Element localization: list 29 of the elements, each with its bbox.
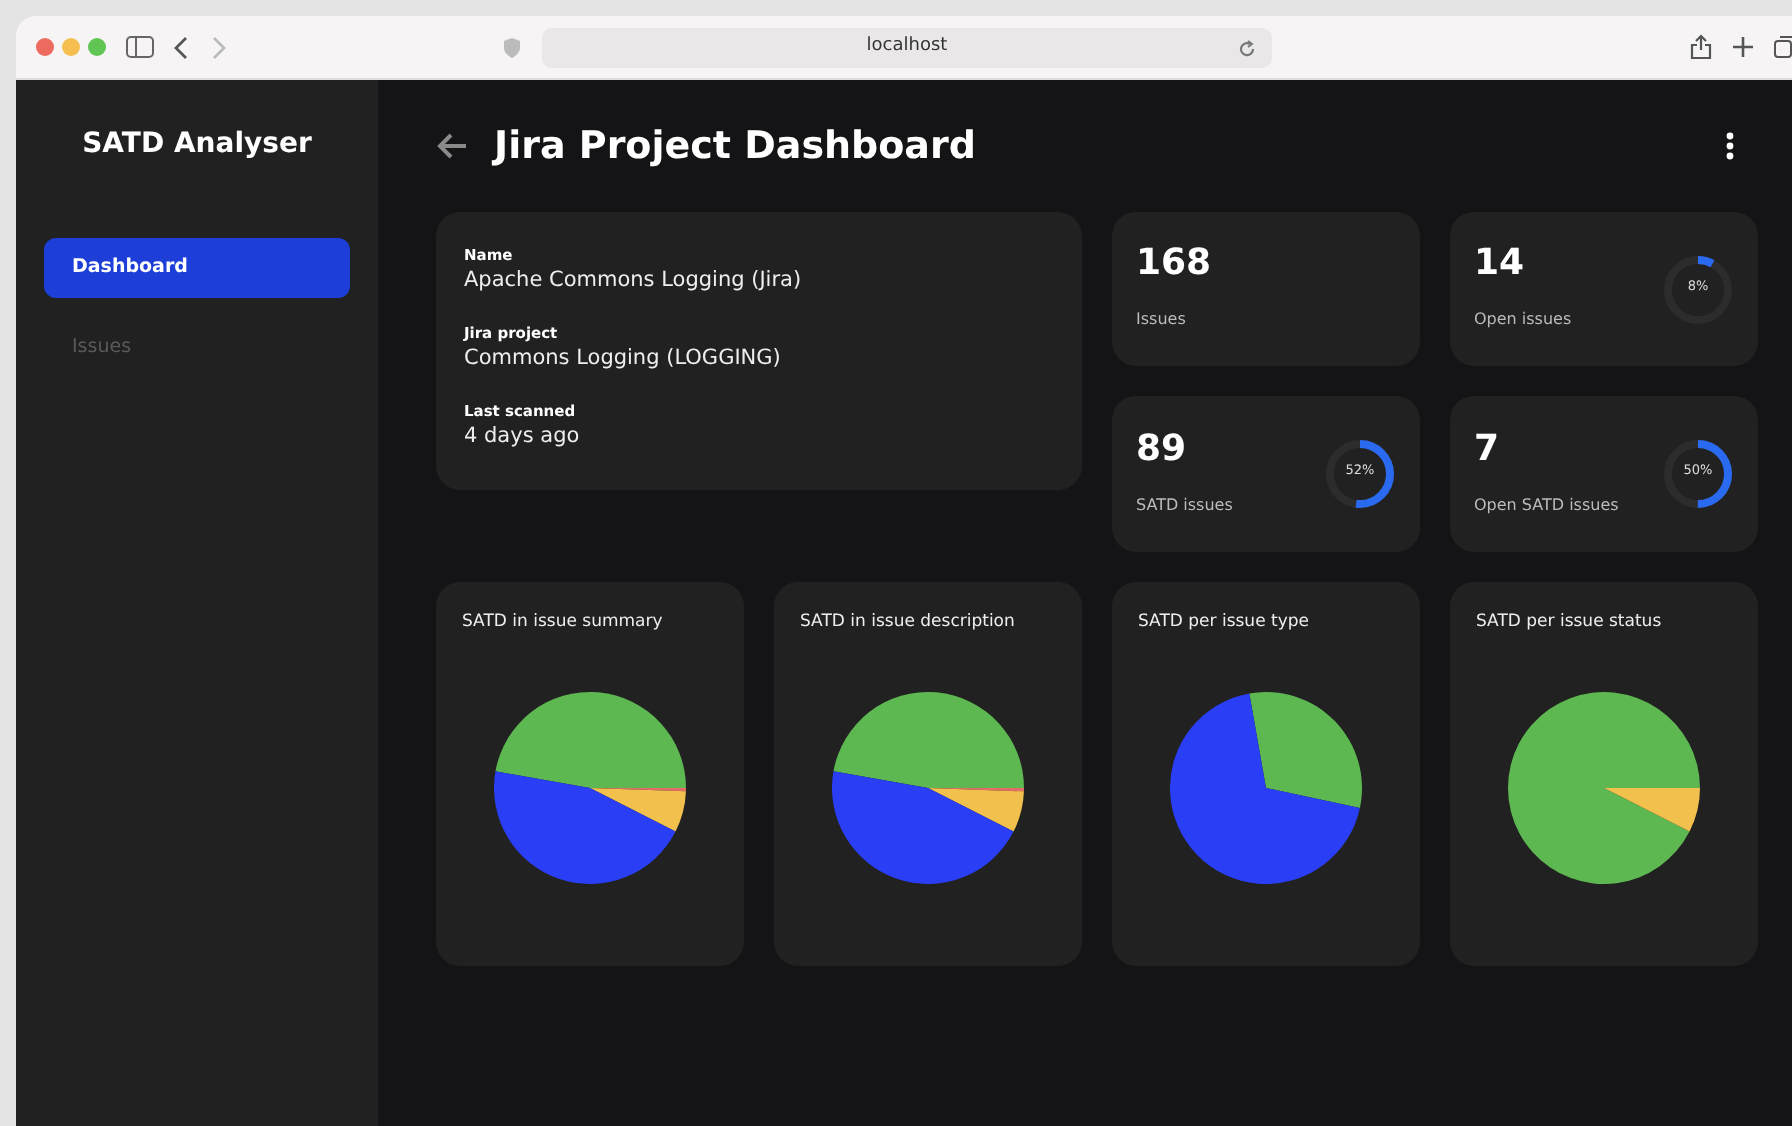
share-icon[interactable] xyxy=(1690,34,1712,60)
back-icon[interactable] xyxy=(174,35,190,59)
stat-label: SATD issues xyxy=(1136,493,1233,517)
stat-value: 14 xyxy=(1474,246,1527,282)
back-arrow-icon[interactable] xyxy=(436,132,468,160)
sidebar-item[interactable]: Dashboard xyxy=(44,238,350,299)
sidebar-toggle-icon[interactable] xyxy=(126,36,154,58)
field-value: Apache Commons Logging (Jira) xyxy=(464,266,804,297)
new-tab-icon[interactable] xyxy=(1732,36,1754,58)
more-options-icon[interactable] xyxy=(1726,132,1734,160)
stat-label: Issues xyxy=(1136,308,1188,332)
app-title: SATD Analyser xyxy=(80,126,314,164)
stat-value: 168 xyxy=(1136,246,1212,282)
close-window-button[interactable] xyxy=(36,38,54,56)
field-value: 4 days ago xyxy=(464,422,582,453)
field-value: Commons Logging (LOGGING) xyxy=(464,344,783,375)
stat-label: Open SATD issues xyxy=(1474,493,1619,517)
stat-value: 7 xyxy=(1474,431,1502,467)
url-text: localhost xyxy=(866,33,948,60)
reload-icon[interactable] xyxy=(1238,39,1256,57)
chart-title: SATD in issue description xyxy=(800,610,1017,636)
chart-title: SATD per issue type xyxy=(1138,610,1311,636)
address-bar[interactable]: localhost xyxy=(542,27,1272,67)
stat-value: 89 xyxy=(1136,431,1189,467)
tabs-overview-icon[interactable] xyxy=(1774,36,1792,58)
chart-title: SATD in issue summary xyxy=(462,610,665,636)
chart-title: SATD per issue status xyxy=(1476,610,1664,636)
stat-label: Open issues xyxy=(1474,308,1572,332)
page-title: Jira Project Dashboard xyxy=(494,121,976,172)
